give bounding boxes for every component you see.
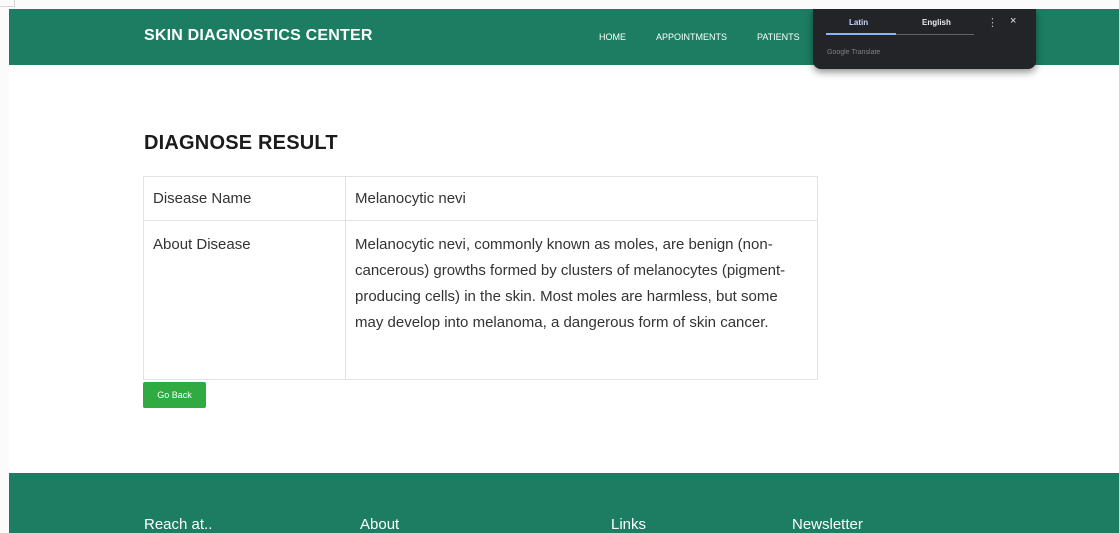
about-disease-value: Melanocytic nevi, commonly known as mole…	[345, 220, 818, 380]
window-corner	[0, 0, 15, 7]
footer-heading-newsletter: Newsletter	[792, 516, 863, 533]
source-language-tab[interactable]: Latin	[849, 18, 868, 27]
tab-track	[896, 34, 974, 35]
active-tab-indicator	[826, 33, 896, 35]
target-language-tab[interactable]: English	[922, 18, 951, 27]
more-options-icon[interactable]: ⋮	[987, 16, 998, 29]
nav-links: HOME APPOINTMENTS PATIENTS	[599, 32, 830, 42]
nav-link-patients[interactable]: PATIENTS	[757, 32, 800, 42]
translate-caption: Google Translate	[827, 49, 881, 56]
diagnose-result-table: Disease Name Melanocytic nevi About Dise…	[143, 176, 818, 380]
table-row: About Disease Melanocytic nevi, commonly…	[143, 220, 818, 380]
nav-link-home[interactable]: HOME	[599, 32, 626, 42]
nav-link-appointments[interactable]: APPOINTMENTS	[656, 32, 727, 42]
google-translate-popup: Latin English ⋮ × Google Translate	[813, 9, 1036, 69]
footer-heading-reach: Reach at..	[144, 516, 213, 533]
disease-name-value: Melanocytic nevi	[345, 176, 818, 221]
footer-heading-links: Links	[611, 516, 647, 533]
about-disease-label: About Disease	[143, 220, 346, 380]
site-brand[interactable]: SKIN DIAGNOSTICS CENTER	[144, 27, 373, 45]
close-icon[interactable]: ×	[1010, 15, 1016, 27]
page-title: DIAGNOSE RESULT	[144, 132, 338, 154]
footer-heading-about: About	[360, 516, 400, 533]
footer: Reach at.. About Links Newsletter	[9, 473, 1119, 533]
page: SKIN DIAGNOSTICS CENTER HOME APPOINTMENT…	[9, 9, 1119, 533]
table-row: Disease Name Melanocytic nevi	[143, 176, 818, 221]
disease-name-label: Disease Name	[143, 176, 346, 221]
go-back-button[interactable]: Go Back	[143, 382, 206, 408]
